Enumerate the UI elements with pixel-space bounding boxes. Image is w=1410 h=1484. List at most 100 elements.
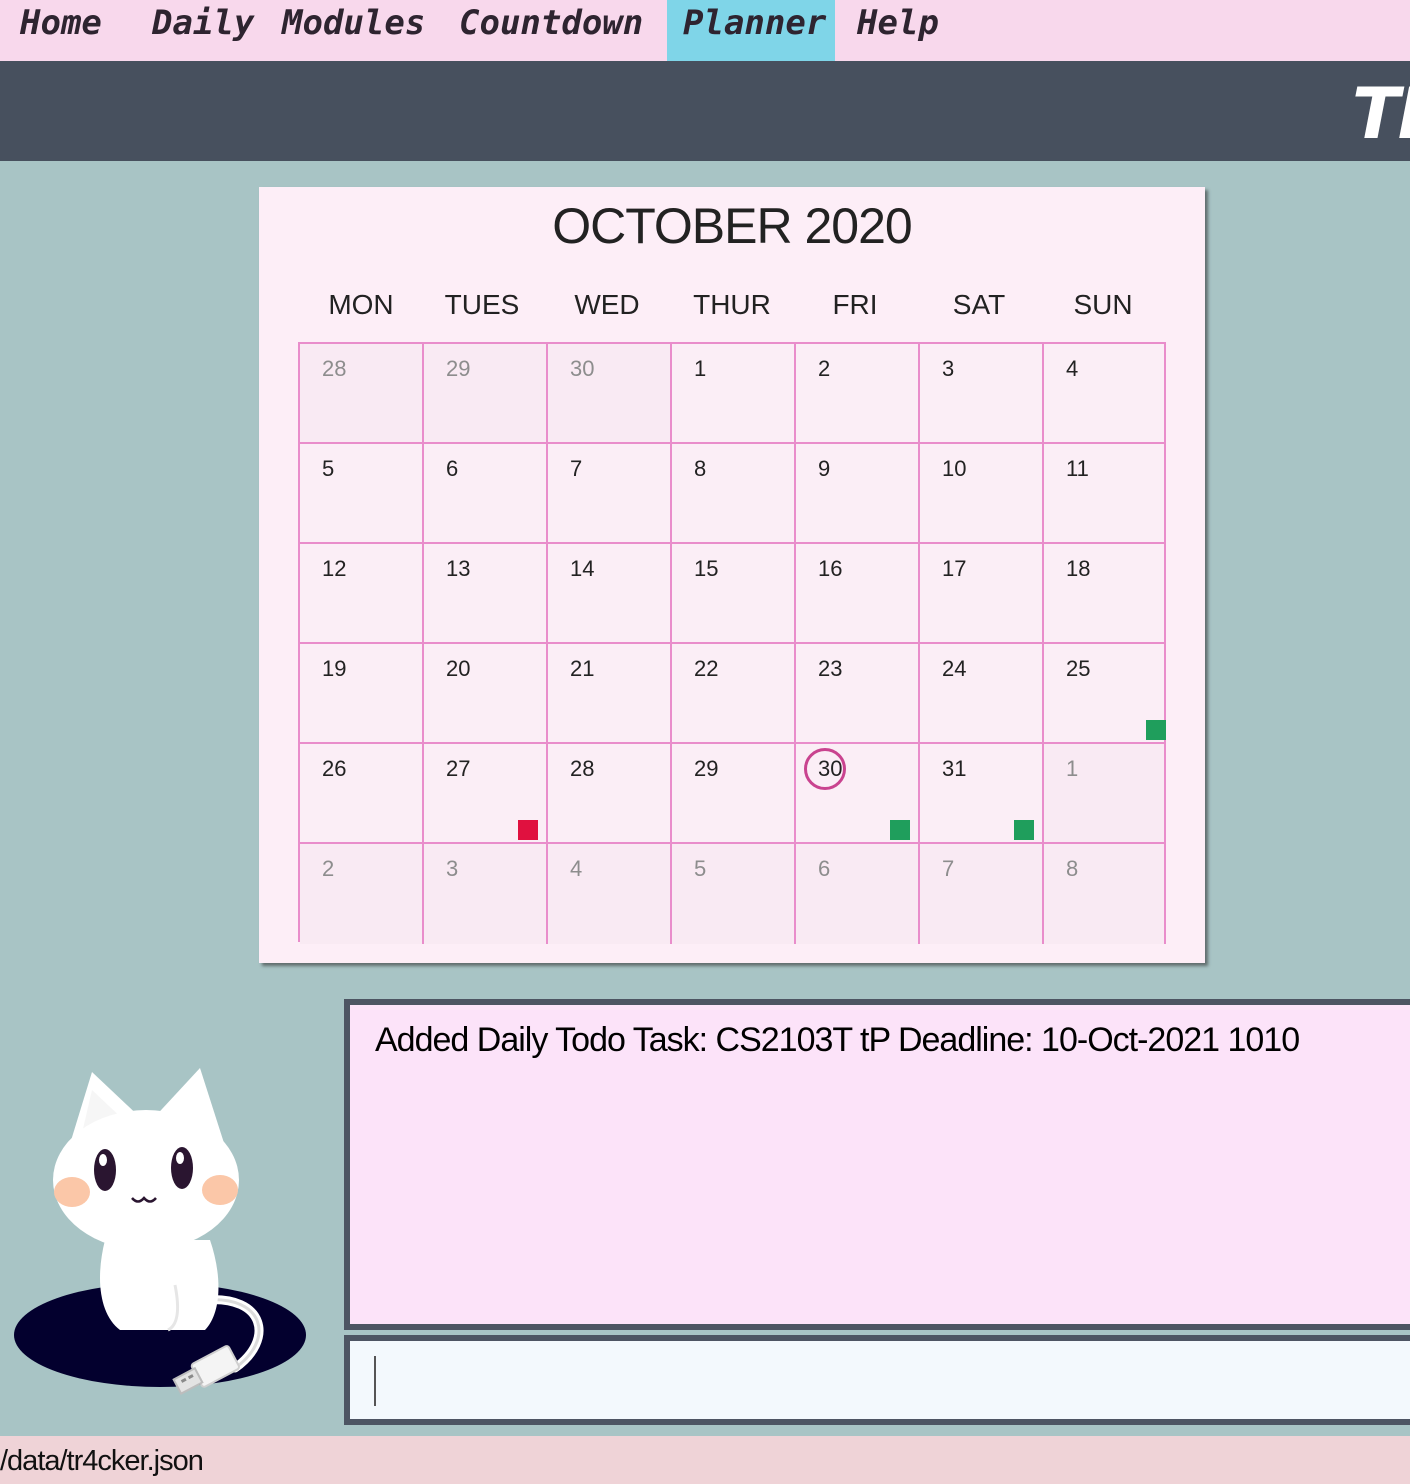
calendar-day-cell[interactable]: 6: [424, 444, 548, 544]
calendar-day-cell[interactable]: 8: [1044, 844, 1166, 944]
calendar-day-cell[interactable]: 24: [920, 644, 1044, 744]
calendar-day-cell[interactable]: 6: [796, 844, 920, 944]
task-marker: [1146, 720, 1166, 740]
day-number: 27: [446, 756, 471, 781]
day-number: 24: [942, 656, 967, 681]
day-number: 18: [1066, 556, 1091, 581]
weekday-label: SAT: [952, 289, 1006, 320]
calendar-day-cell[interactable]: 27: [424, 744, 548, 844]
day-number: 3: [942, 356, 955, 381]
day-number: 6: [818, 856, 831, 881]
day-number: 5: [322, 456, 335, 481]
storage-file-path: /data/tr4cker.json: [0, 1445, 204, 1477]
calendar-day-cell[interactable]: 13: [424, 544, 548, 644]
day-number: 13: [446, 556, 471, 581]
menu-modules[interactable]: Modules: [282, 0, 425, 61]
calendar-day-cell[interactable]: 11: [1044, 444, 1166, 544]
day-number: 17: [942, 556, 967, 581]
calendar-day-cell[interactable]: 7: [548, 444, 672, 544]
weekday-label: SUN: [1073, 289, 1133, 320]
menu-home[interactable]: Home: [20, 0, 102, 61]
calendar-day-cell[interactable]: 2: [796, 344, 920, 444]
calendar-day-cell[interactable]: 26: [300, 744, 424, 844]
status-bar: [0, 1436, 1410, 1484]
day-number: 11: [1066, 456, 1089, 481]
day-number: 6: [446, 456, 459, 481]
day-number: 20: [446, 656, 471, 681]
day-number: 23: [818, 656, 843, 681]
calendar-day-cell[interactable]: 3: [920, 344, 1044, 444]
calendar-day-cell[interactable]: 18: [1044, 544, 1166, 644]
command-input[interactable]: [344, 1335, 1410, 1425]
result-message: Added Daily Todo Task: CS2103T tP Deadli…: [375, 1021, 1300, 1059]
text-caret: [374, 1356, 376, 1406]
calendar-day-cell[interactable]: 1: [672, 344, 796, 444]
calendar-day-cell[interactable]: 4: [1044, 344, 1166, 444]
calendar-day-cell[interactable]: 8: [672, 444, 796, 544]
day-number: 30: [818, 756, 843, 781]
day-number: 31: [942, 756, 967, 781]
menu-planner[interactable]: Planner: [667, 0, 835, 61]
menu-daily[interactable]: Daily: [152, 0, 254, 61]
day-number: 29: [694, 756, 719, 781]
calendar-day-cell[interactable]: 1: [1044, 744, 1166, 844]
day-number: 4: [1066, 356, 1079, 381]
day-number: 10: [942, 456, 967, 481]
calendar-day-cell[interactable]: 3: [424, 844, 548, 944]
day-number: 5: [694, 856, 707, 881]
day-number: 22: [694, 656, 719, 681]
calendar-day-cell[interactable]: 5: [300, 444, 424, 544]
weekday-label: MON: [328, 289, 394, 320]
day-number: 21: [570, 656, 595, 681]
menu-help[interactable]: Help: [857, 0, 939, 61]
calendar-day-cell[interactable]: 2: [300, 844, 424, 944]
day-number: 19: [322, 656, 347, 681]
day-number: 2: [322, 856, 335, 881]
day-number: 29: [446, 356, 471, 381]
day-number: 9: [818, 456, 831, 481]
calendar-day-cell[interactable]: 28: [300, 344, 424, 444]
day-number: 15: [694, 556, 719, 581]
calendar-day-cell[interactable]: 16: [796, 544, 920, 644]
calendar-day-cell[interactable]: 30: [548, 344, 672, 444]
calendar-day-cell[interactable]: 31: [920, 744, 1044, 844]
calendar-day-cell[interactable]: 4: [548, 844, 672, 944]
day-number: 7: [942, 856, 955, 881]
calendar-day-cell[interactable]: 7: [920, 844, 1044, 944]
calendar-day-cell[interactable]: 19: [300, 644, 424, 744]
calendar-day-cell[interactable]: 28: [548, 744, 672, 844]
calendar-day-cell[interactable]: 12: [300, 544, 424, 644]
menu-bar: Home Daily Modules Countdown Planner Hel…: [0, 0, 1410, 61]
calendar-day-cell[interactable]: 14: [548, 544, 672, 644]
calendar-day-cell[interactable]: 25: [1044, 644, 1166, 744]
calendar-day-cell[interactable]: 22: [672, 644, 796, 744]
calendar-day-cell[interactable]: 10: [920, 444, 1044, 544]
calendar-day-cell[interactable]: 17: [920, 544, 1044, 644]
day-number: 4: [570, 856, 583, 881]
menu-countdown[interactable]: Countdown: [459, 0, 643, 61]
calendar-day-cell[interactable]: 30: [796, 744, 920, 844]
day-number: 1: [694, 356, 707, 381]
app-title: TR: [1352, 73, 1410, 155]
weekday-label: FRI: [832, 289, 878, 320]
weekday-label: TUES: [444, 289, 520, 320]
calendar-day-cell[interactable]: 23: [796, 644, 920, 744]
calendar-day-cell[interactable]: 29: [672, 744, 796, 844]
day-number: 25: [1066, 656, 1091, 681]
weekday-label: THUR: [693, 289, 771, 320]
task-marker: [1014, 820, 1034, 840]
day-number: 8: [694, 456, 707, 481]
header-banner: TR: [0, 61, 1410, 161]
day-number: 30: [570, 356, 595, 381]
calendar-day-cell[interactable]: 21: [548, 644, 672, 744]
month-title: OCTOBER 2020: [552, 198, 912, 254]
calendar-day-cell[interactable]: 5: [672, 844, 796, 944]
day-number: 14: [570, 556, 595, 581]
day-number: 28: [570, 756, 595, 781]
calendar-day-cell[interactable]: 15: [672, 544, 796, 644]
calendar-day-cell[interactable]: 20: [424, 644, 548, 744]
task-marker: [518, 820, 538, 840]
day-number: 1: [1066, 756, 1079, 781]
calendar-day-cell[interactable]: 29: [424, 344, 548, 444]
calendar-day-cell[interactable]: 9: [796, 444, 920, 544]
